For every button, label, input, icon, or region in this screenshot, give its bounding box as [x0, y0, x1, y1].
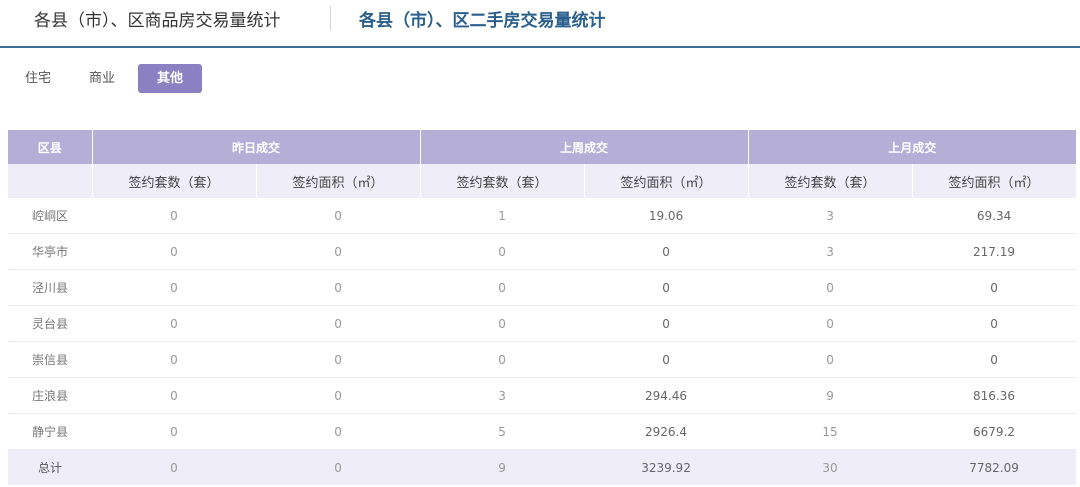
value-cell: 9 — [748, 377, 913, 414]
header-yesterday: 昨日成交 — [92, 130, 421, 164]
value-cell: 0 — [912, 341, 1077, 378]
district-cell: 华亭市 — [8, 233, 92, 270]
value-cell: 0 — [256, 413, 421, 450]
value-cell: 5 — [420, 413, 585, 450]
value-cell: 9 — [420, 449, 585, 485]
value-cell: 0 — [92, 305, 256, 342]
value-cell: 217.19 — [912, 233, 1077, 270]
header-last-week: 上周成交 — [420, 130, 749, 164]
subtab-other[interactable]: 其他 — [138, 64, 202, 93]
table-row: 静宁县 0 0 5 2926.4 15 6679.2 — [8, 413, 1077, 450]
top-tab-bar: 各县（市）、区商品房交易量统计 各县（市）、区二手房交易量统计 — [0, 0, 1080, 48]
tab-second-hand-housing-stats[interactable]: 各县（市）、区二手房交易量统计 — [359, 6, 606, 31]
district-cell: 庄浪县 — [8, 377, 92, 414]
value-cell: 3 — [748, 198, 913, 234]
total-label-cell: 总计 — [8, 449, 92, 485]
value-cell: 15 — [748, 413, 913, 450]
value-cell: 0 — [92, 198, 256, 234]
value-cell: 3 — [748, 233, 913, 270]
district-cell: 泾川县 — [8, 269, 92, 306]
value-cell: 0 — [420, 233, 585, 270]
value-cell: 0 — [584, 269, 749, 306]
value-cell: 0 — [92, 269, 256, 306]
subheader-area: 签约面积（㎡） — [912, 164, 1077, 198]
value-cell: 816.36 — [912, 377, 1077, 414]
value-cell: 7782.09 — [912, 449, 1077, 485]
value-cell: 0 — [256, 233, 421, 270]
table-row: 崆峒区 0 0 1 19.06 3 69.34 — [8, 198, 1077, 234]
table-subheader-row: 签约套数（套） 签约面积（㎡） 签约套数（套） 签约面积（㎡） 签约套数（套） … — [8, 164, 1077, 198]
value-cell: 0 — [92, 413, 256, 450]
district-cell: 灵台县 — [8, 305, 92, 342]
subtab-residential[interactable]: 住宅 — [25, 64, 51, 93]
value-cell: 69.34 — [912, 198, 1077, 234]
value-cell: 0 — [92, 449, 256, 485]
value-cell: 294.46 — [584, 377, 749, 414]
subheader-units: 签约套数（套） — [748, 164, 913, 198]
subtab-commercial[interactable]: 商业 — [89, 64, 115, 93]
value-cell: 0 — [256, 269, 421, 306]
value-cell: 6679.2 — [912, 413, 1077, 450]
table-row: 崇信县 0 0 0 0 0 0 — [8, 341, 1077, 378]
value-cell: 0 — [256, 449, 421, 485]
value-cell: 0 — [420, 305, 585, 342]
table-row: 泾川县 0 0 0 0 0 0 — [8, 269, 1077, 306]
value-cell: 2926.4 — [584, 413, 749, 450]
subheader-empty — [8, 164, 93, 198]
table-row: 华亭市 0 0 0 0 3 217.19 — [8, 233, 1077, 270]
value-cell: 30 — [748, 449, 913, 485]
value-cell: 0 — [748, 305, 913, 342]
value-cell: 0 — [256, 341, 421, 378]
value-cell: 0 — [256, 377, 421, 414]
district-cell: 静宁县 — [8, 413, 92, 450]
value-cell: 0 — [92, 233, 256, 270]
value-cell: 0 — [92, 377, 256, 414]
value-cell: 0 — [584, 341, 749, 378]
tab-divider — [330, 6, 331, 30]
subheader-units: 签约套数（套） — [92, 164, 257, 198]
value-cell: 0 — [748, 269, 913, 306]
transaction-stats-table: 区县 昨日成交 上周成交 上月成交 签约套数（套） 签约面积（㎡） 签约套数（套… — [8, 130, 1077, 485]
tab-commercial-housing-stats[interactable]: 各县（市）、区商品房交易量统计 — [34, 6, 281, 31]
value-cell: 0 — [912, 305, 1077, 342]
value-cell: 19.06 — [584, 198, 749, 234]
subheader-area: 签约面积（㎡） — [256, 164, 421, 198]
table-row: 庄浪县 0 0 3 294.46 9 816.36 — [8, 377, 1077, 414]
header-district: 区县 — [8, 130, 93, 164]
district-cell: 崇信县 — [8, 341, 92, 378]
value-cell: 3239.92 — [584, 449, 749, 485]
district-cell: 崆峒区 — [8, 198, 92, 234]
value-cell: 0 — [256, 198, 421, 234]
value-cell: 0 — [748, 341, 913, 378]
value-cell: 0 — [92, 341, 256, 378]
table-row: 灵台县 0 0 0 0 0 0 — [8, 305, 1077, 342]
subheader-units: 签约套数（套） — [420, 164, 585, 198]
header-last-month: 上月成交 — [748, 130, 1077, 164]
table-header-row: 区县 昨日成交 上周成交 上月成交 — [8, 130, 1077, 164]
value-cell: 1 — [420, 198, 585, 234]
value-cell: 0 — [256, 305, 421, 342]
value-cell: 3 — [420, 377, 585, 414]
table-total-row: 总计 0 0 9 3239.92 30 7782.09 — [8, 449, 1077, 485]
value-cell: 0 — [584, 305, 749, 342]
subheader-area: 签约面积（㎡） — [584, 164, 749, 198]
value-cell: 0 — [912, 269, 1077, 306]
value-cell: 0 — [420, 341, 585, 378]
value-cell: 0 — [584, 233, 749, 270]
value-cell: 0 — [420, 269, 585, 306]
